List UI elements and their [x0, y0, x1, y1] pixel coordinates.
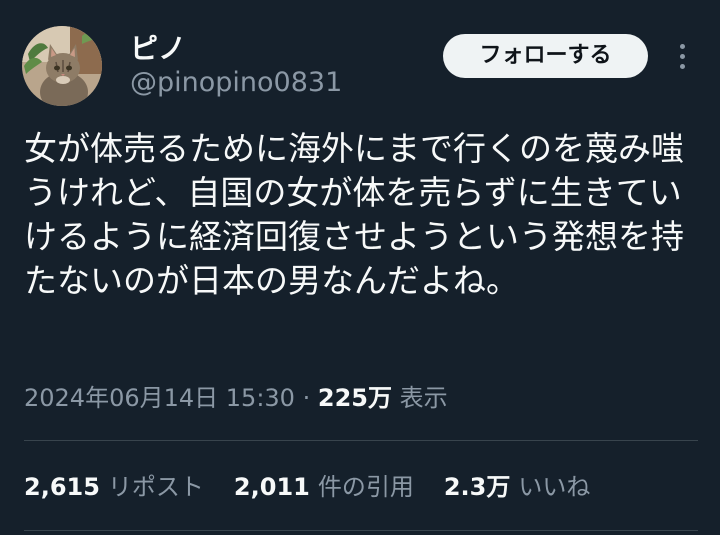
tweet-meta: 2024年06月14日 15:30 · 225万 表示	[24, 381, 448, 415]
avatar[interactable]	[22, 26, 102, 106]
engagement-stats: 2,615 リポスト 2,011 件の引用 2.3万 いいね	[24, 470, 590, 504]
divider	[24, 440, 698, 441]
user-handle[interactable]: @pinopino0831	[130, 68, 342, 98]
stat-count: 2.3万	[443, 473, 511, 501]
stat-count: 2,615	[24, 473, 100, 501]
views-label: 表示	[399, 384, 448, 412]
follow-button[interactable]: フォローする	[443, 34, 648, 78]
stat-label: 件の引用	[317, 473, 414, 501]
more-vertical-icon	[679, 53, 685, 59]
more-vertical-icon	[679, 63, 685, 69]
more-vertical-icon	[679, 43, 685, 49]
cat-photo-avatar	[22, 26, 102, 106]
meta-separator: ·	[302, 384, 311, 412]
stat-count: 2,011	[233, 473, 310, 501]
display-name[interactable]: ピノ	[130, 34, 186, 64]
stat-quotes[interactable]: 2,011 件の引用	[234, 470, 414, 504]
views-count: 225万	[317, 384, 392, 412]
stat-label: いいね	[518, 473, 591, 501]
stat-likes[interactable]: 2.3万 いいね	[444, 470, 591, 504]
stat-label: リポスト	[107, 473, 204, 501]
more-options-button[interactable]	[668, 38, 696, 74]
tweet-text: 女が体売るために海外にまで行くのを蔑み嗤うけれど、自国の女が体を売らずに生きてい…	[24, 129, 684, 300]
stat-reposts[interactable]: 2,615 リポスト	[24, 470, 204, 504]
divider	[24, 530, 698, 531]
tweet-timestamp[interactable]: 2024年06月14日 15:30	[24, 384, 295, 412]
